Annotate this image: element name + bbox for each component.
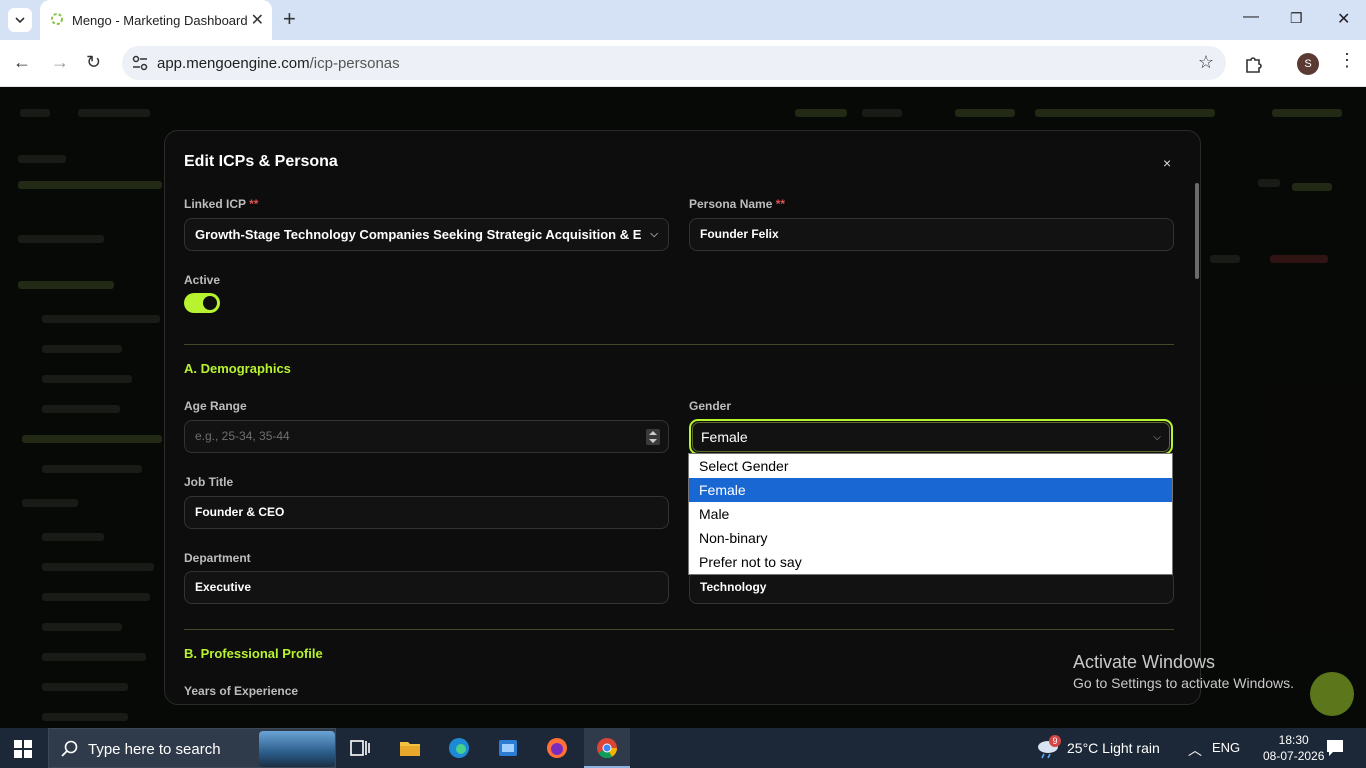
chevron-up-icon[interactable]: ︿ (1188, 740, 1202, 760)
windows-taskbar: Type here to search 9 25°C Light rain ︿ … (0, 728, 1366, 768)
taskbar-search-box[interactable]: Type here to search (48, 728, 336, 768)
gender-option-non-binary[interactable]: Non-binary (689, 526, 1172, 550)
language-indicator[interactable]: ENG (1212, 740, 1240, 755)
bookmark-star-icon[interactable]: ☆ (1198, 52, 1214, 73)
windows-start-icon[interactable] (14, 740, 32, 758)
new-tab-button[interactable]: + (283, 8, 296, 30)
back-button[interactable]: ← (13, 52, 31, 73)
industry-input[interactable]: Technology (689, 571, 1174, 604)
department-label: Department (184, 551, 251, 565)
chevron-down-icon (15, 17, 25, 23)
weather-text[interactable]: 25°C Light rain (1067, 740, 1160, 756)
floating-action-button[interactable] (1310, 672, 1354, 716)
browser-menu-icon[interactable]: ⋮ (1338, 50, 1356, 71)
years-experience-label: Years of Experience (184, 684, 299, 698)
gender-option-select[interactable]: Select Gender (689, 454, 1172, 478)
watermark-line-2: Go to Settings to activate Windows. (1073, 675, 1294, 691)
taskbar-search-placeholder: Type here to search (88, 741, 221, 758)
linked-icp-select[interactable]: Growth-Stage Technology Companies Seekin… (184, 218, 669, 251)
modal-title: Edit ICPs & Persona (184, 153, 338, 170)
gender-option-female[interactable]: Female (689, 478, 1172, 502)
age-range-placeholder: e.g., 25-34, 35-44 (195, 429, 290, 443)
persona-name-label-text: Persona Name (689, 197, 773, 211)
url-text: app.mengoengine.com/icp-personas (157, 55, 400, 72)
gender-dropdown-list: Select Gender Female Male Non-binary Pre… (688, 453, 1173, 575)
modal-close-button[interactable]: × (1163, 155, 1171, 171)
chevron-down-icon: ⌵ (1153, 432, 1161, 443)
linked-icp-label-text: Linked ICP (184, 197, 246, 211)
linked-icp-label: Linked ICP ** (184, 197, 258, 211)
browser-tab[interactable]: Mengo - Marketing Dashboard ✕ (40, 0, 272, 40)
tab-close-icon[interactable]: ✕ (251, 10, 264, 30)
persona-name-input[interactable]: Founder Felix (689, 218, 1174, 251)
gender-value: Female (701, 429, 748, 445)
browser-window: Mengo - Marketing Dashboard ✕ + — ❐ ✕ ← … (0, 0, 1366, 728)
forward-button[interactable]: → (51, 52, 69, 73)
notifications-icon[interactable] (1325, 738, 1345, 758)
profile-avatar[interactable]: S (1297, 53, 1319, 75)
chrome-icon (597, 738, 618, 759)
age-range-label: Age Range (184, 399, 247, 413)
section-professional-heading: B. Professional Profile (184, 646, 323, 661)
department-input[interactable]: Executive (184, 571, 669, 604)
url-host: app.mengoengine.com (157, 55, 310, 72)
tab-strip: Mengo - Marketing Dashboard ✕ + — ❐ ✕ (0, 0, 1366, 40)
search-icon (61, 740, 78, 757)
weather-badge: 9 (1049, 735, 1061, 747)
minimize-button[interactable]: — (1243, 8, 1259, 26)
search-highlight-image (259, 731, 335, 767)
chevron-down-icon: ⌵ (650, 229, 658, 240)
section-divider (184, 344, 1174, 345)
required-marker: ** (249, 197, 259, 211)
restore-button[interactable]: ❐ (1290, 10, 1303, 27)
gender-option-male[interactable]: Male (689, 502, 1172, 526)
linked-icp-value: Growth-Stage Technology Companies Seekin… (195, 227, 642, 242)
browser-toolbar: ← → ↻ app.mengoengine.com/icp-personas ☆ (0, 40, 1366, 87)
persona-name-label: Persona Name ** (689, 197, 785, 211)
outlook-icon[interactable] (496, 736, 520, 760)
watermark-line-1: Activate Windows (1073, 652, 1216, 672)
job-title-label: Job Title (184, 475, 234, 489)
window-close-button[interactable]: ✕ (1337, 9, 1350, 29)
chrome-taskbar-active[interactable] (584, 728, 630, 768)
file-explorer-icon[interactable] (398, 736, 422, 760)
reload-button[interactable]: ↻ (86, 52, 101, 73)
clock-date: 08-07-2026 (1263, 749, 1325, 763)
extensions-puzzle-icon[interactable] (1244, 54, 1264, 74)
required-marker: ** (775, 197, 786, 211)
active-label: Active (184, 273, 221, 287)
firefox-icon[interactable] (545, 736, 569, 760)
section-demographics-heading: A. Demographics (184, 361, 291, 376)
number-spinner-icon[interactable] (646, 429, 660, 445)
job-title-input[interactable]: Founder & CEO (184, 496, 669, 529)
site-info-icon[interactable] (132, 55, 148, 71)
mengo-favicon-icon (51, 13, 63, 25)
tab-title: Mengo - Marketing Dashboard (72, 13, 248, 28)
address-bar[interactable]: app.mengoengine.com/icp-personas ☆ (122, 46, 1226, 80)
edge-browser-icon[interactable] (447, 736, 471, 760)
modal-scrollbar[interactable] (1195, 183, 1199, 279)
toggle-knob (203, 296, 217, 310)
gender-option-prefer-not[interactable]: Prefer not to say (689, 550, 1172, 574)
url-path: /icp-personas (309, 55, 400, 72)
section-divider (184, 629, 1174, 630)
taskbar-clock[interactable]: 18:30 08-07-2026 (1263, 732, 1324, 764)
gender-select[interactable]: Female ⌵ (689, 419, 1173, 455)
tab-search-button[interactable] (8, 8, 32, 32)
gender-label: Gender (689, 399, 732, 413)
active-toggle[interactable] (184, 293, 220, 313)
task-view-icon[interactable] (348, 736, 372, 760)
age-range-input[interactable]: e.g., 25-34, 35-44 (184, 420, 669, 453)
windows-activation-watermark: Activate Windows Go to Settings to activ… (1073, 652, 1294, 691)
clock-time: 18:30 (1278, 733, 1309, 747)
edit-persona-modal: Edit ICPs & Persona × Linked ICP ** Grow… (164, 130, 1201, 705)
